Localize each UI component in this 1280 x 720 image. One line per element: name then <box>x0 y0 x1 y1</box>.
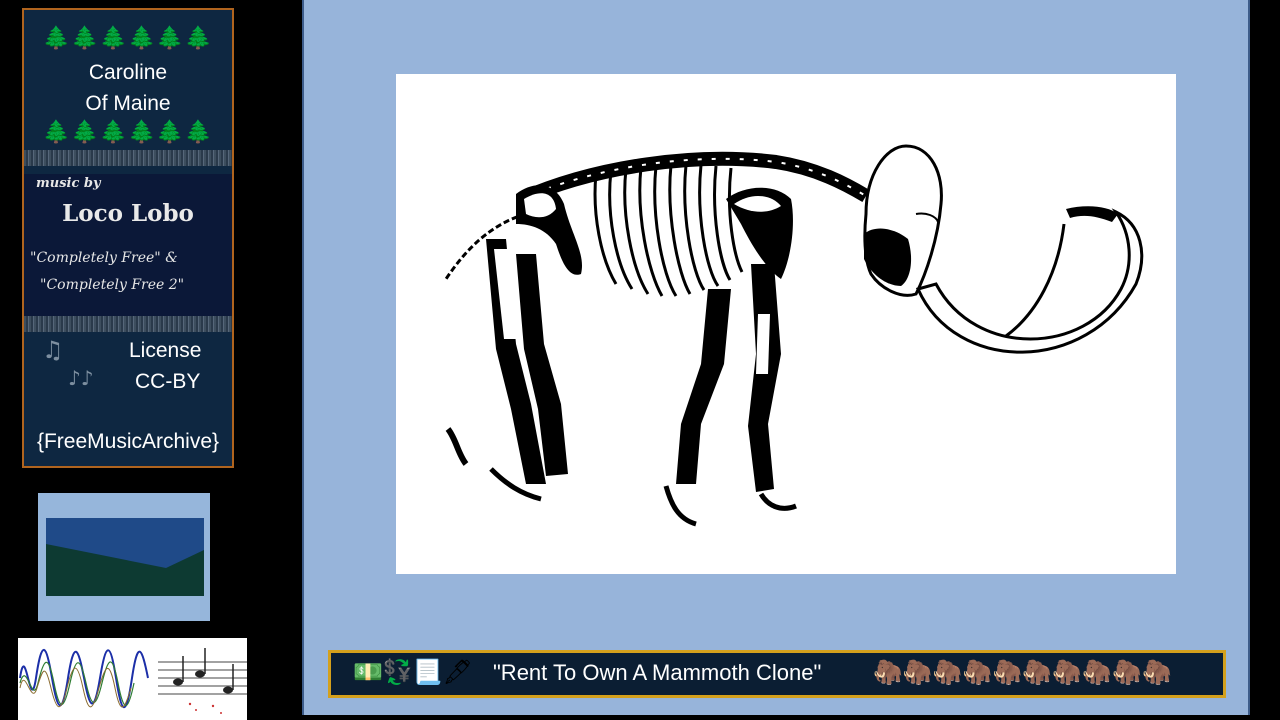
artist-panel <box>24 174 232 324</box>
musical-note-icon: ♫ <box>42 336 64 364</box>
noise-divider-top <box>24 150 232 166</box>
pine-trees-row-bottom: 🌲🌲🌲🌲🌲🌲 <box>42 120 214 145</box>
pine-trees-row-top: 🌲🌲🌲🌲🌲🌲 <box>42 26 214 51</box>
album-line1: "Completely Free" & <box>30 250 178 266</box>
mammoth-skeleton-drawing <box>444 144 1144 527</box>
main-stage: 💵💱📃🖋 "Rent To Own A Mammoth Clone" 🦣🦣🦣🦣🦣… <box>302 0 1250 715</box>
landscape-thumbnail <box>38 493 210 621</box>
song-title-line1: Caroline <box>88 61 168 84</box>
artist-name: Loco Lobo <box>62 200 194 227</box>
song-title-line2: Of Maine <box>85 92 171 115</box>
song-info-card: 🌲🌲🌲🌲🌲🌲 Caroline Of Maine 🌲🌲🌲🌲🌲🌲 music by… <box>22 8 234 468</box>
mammoth-icons: 🦣🦣🦣🦣🦣🦣🦣🦣🦣🦣 <box>873 658 1172 686</box>
waveform-sheet-music-image <box>18 638 247 720</box>
waveform-graphic <box>19 648 247 714</box>
license-value: CC-BY <box>135 370 201 393</box>
music-by-label: music by <box>36 176 101 191</box>
license-label: License <box>129 339 202 362</box>
now-playing-bar: 💵💱📃🖋 "Rent To Own A Mammoth Clone" 🦣🦣🦣🦣🦣… <box>328 650 1226 698</box>
thumbnail-hill <box>46 540 204 568</box>
source-label: {FreeMusicArchive} <box>36 430 220 453</box>
money-exchange-document-pen-icon: 💵💱📃🖋 <box>353 658 474 686</box>
noise-divider-bottom <box>24 316 232 332</box>
song-title: "Rent To Own A Mammoth Clone" <box>493 660 822 685</box>
thumbnail-sky <box>46 518 204 540</box>
musical-notes-icon: ♪♪ <box>68 366 94 390</box>
album-line2: "Completely Free 2" <box>40 277 185 293</box>
mammoth-skeleton-image <box>396 74 1176 574</box>
